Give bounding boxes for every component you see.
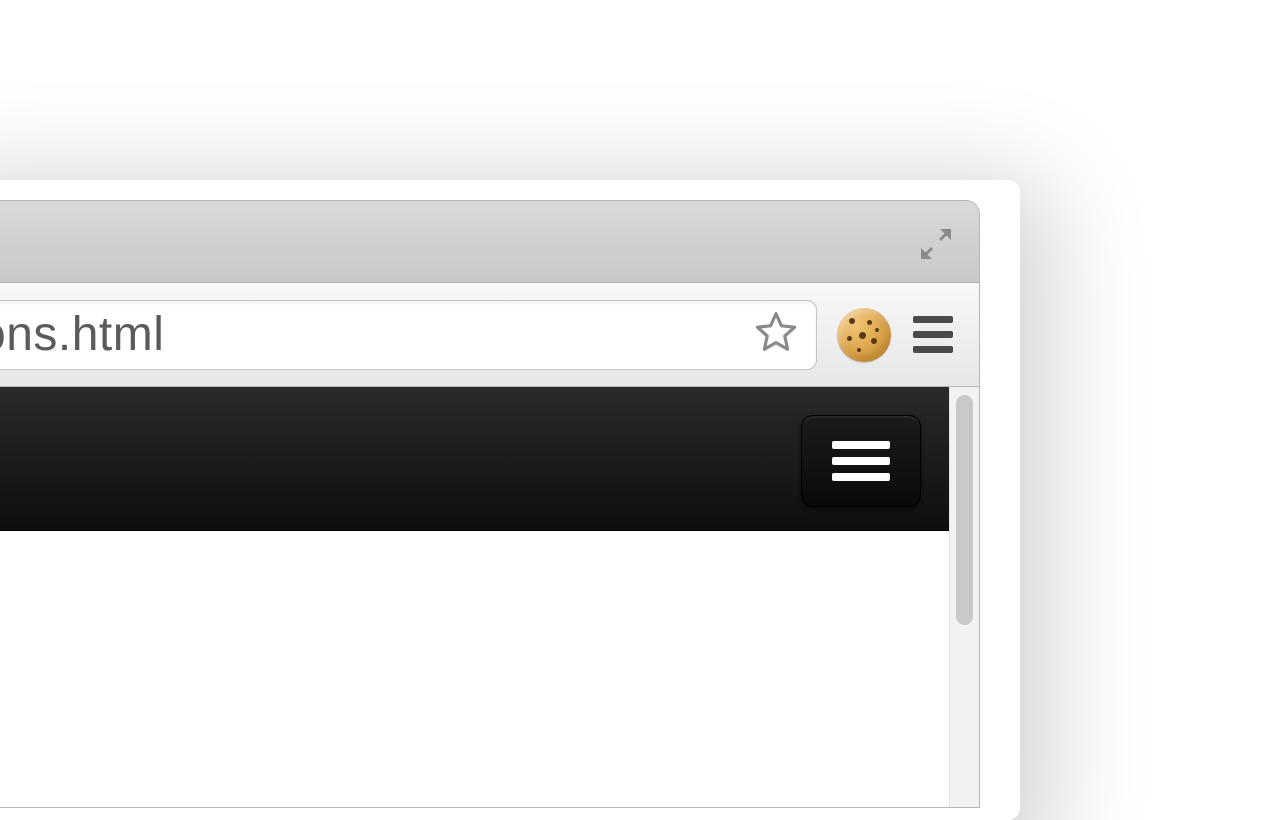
page-nav-toggle-button[interactable]: [801, 415, 921, 507]
page-viewport: [0, 387, 949, 807]
window-titlebar: [0, 201, 979, 283]
browser-content: [0, 387, 979, 807]
cookie-extension-button[interactable]: [837, 308, 891, 362]
cookie-icon: [837, 308, 891, 362]
chrome-menu-button[interactable]: [905, 307, 961, 363]
hamburger-icon: [913, 316, 953, 353]
hamburger-icon: [832, 441, 890, 481]
fullscreen-button[interactable]: [915, 223, 957, 265]
page-body: [0, 531, 949, 807]
scrollbar-thumb[interactable]: [956, 395, 973, 625]
vertical-scrollbar[interactable]: [949, 387, 979, 807]
bookmark-button[interactable]: [748, 307, 804, 363]
expand-arrows-icon: [918, 226, 954, 262]
page-navbar: [0, 387, 949, 531]
browser-toolbar: tions.html: [0, 283, 979, 387]
browser-window: tions.html: [0, 200, 980, 808]
star-icon: [752, 308, 800, 361]
address-bar-text: tions.html: [0, 307, 748, 362]
address-bar[interactable]: tions.html: [0, 300, 817, 370]
